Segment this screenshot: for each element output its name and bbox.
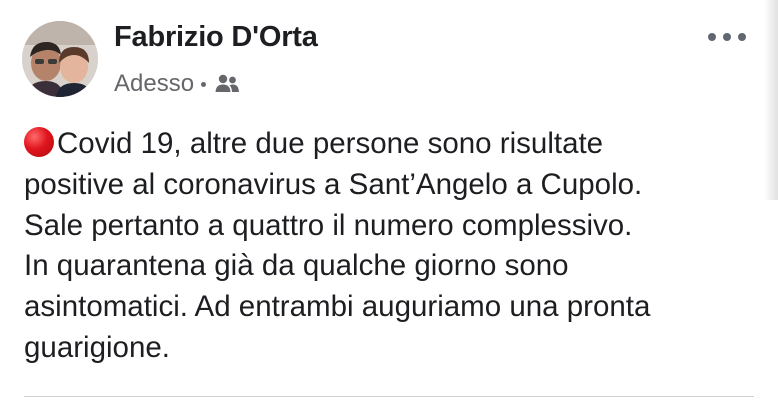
- post-text-line: asintomatici. Ad entrambi auguriamo una …: [24, 290, 651, 324]
- more-options-button[interactable]: [708, 26, 746, 48]
- author-name[interactable]: Fabrizio D'Orta: [114, 21, 318, 54]
- post-meta: Adesso: [114, 68, 240, 100]
- post-text-line: Sale pertanto a quattro il numero comple…: [24, 208, 633, 242]
- divider: [24, 396, 754, 397]
- post-text-line: Covid 19, altre due persone sono risulta…: [24, 124, 754, 165]
- post-text-line: positive al coronavirus a Sant’Angelo a …: [24, 167, 643, 201]
- separator-dot: [201, 81, 207, 87]
- more-horizontal-icon: [708, 33, 716, 41]
- post-card: Fabrizio D'Orta Adesso Covid 19, altre d…: [0, 0, 778, 412]
- friends-icon[interactable]: [214, 73, 240, 95]
- post-text-line: In quarantena già da qualche giorno sono: [24, 249, 569, 283]
- avatar[interactable]: [22, 21, 98, 97]
- avatar-photo: [22, 21, 98, 97]
- post-timestamp[interactable]: Adesso: [114, 70, 194, 98]
- post-text: Covid 19, altre due persone sono risulta…: [24, 124, 754, 369]
- red-circle-emoji: [24, 127, 54, 157]
- post-text-line: guarigione.: [24, 330, 170, 364]
- scroll-edge-shadow: [764, 0, 778, 200]
